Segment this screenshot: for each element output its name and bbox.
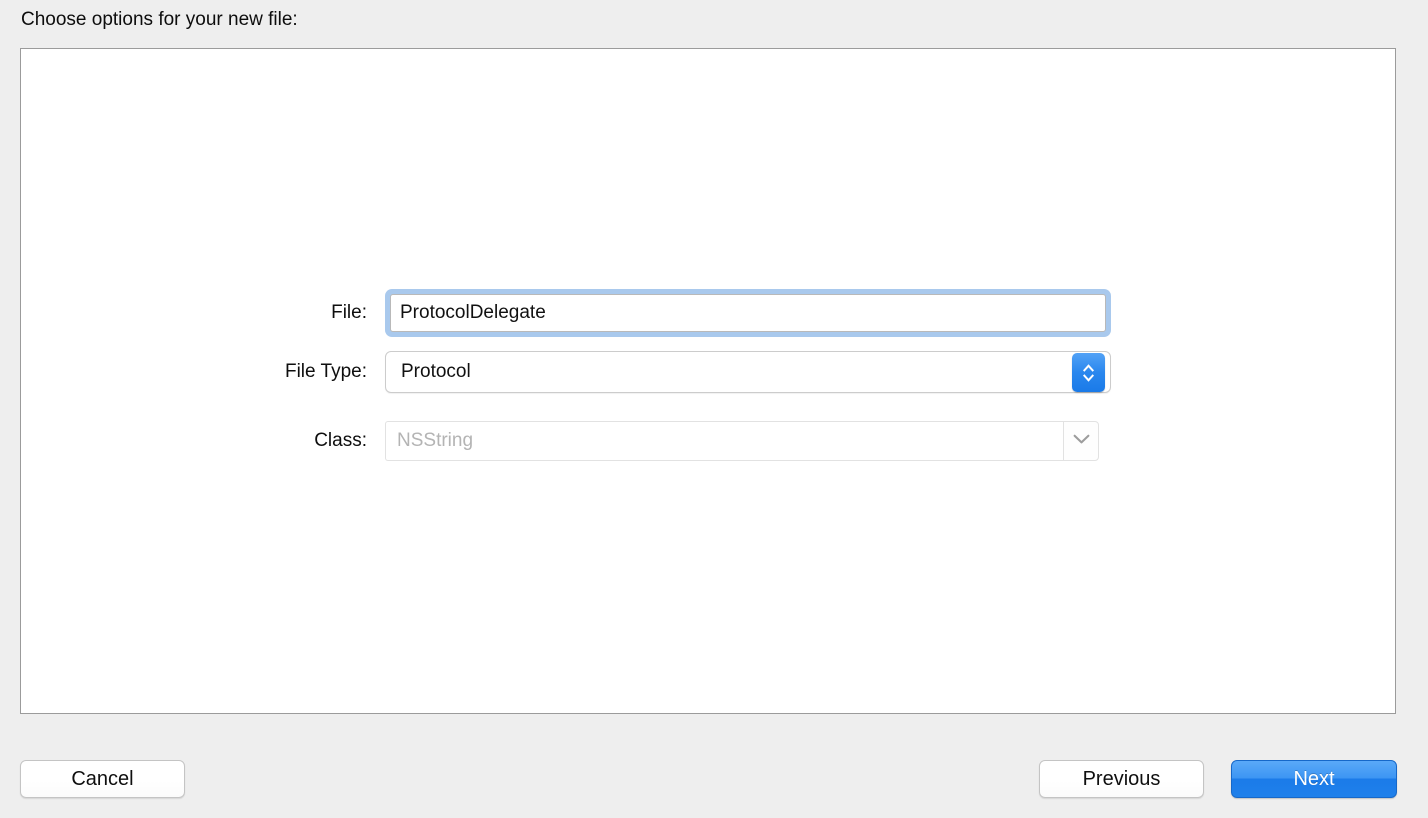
- new-file-options-form: File: File Type: Protocol Class:: [21, 49, 1395, 713]
- form-row-file: File:: [21, 289, 1111, 337]
- chevron-up-down-icon[interactable]: [1072, 353, 1105, 392]
- file-type-popup-field: [385, 351, 1111, 393]
- class-dropdown-button[interactable]: [1063, 421, 1099, 461]
- file-name-input[interactable]: [390, 294, 1106, 332]
- dialog-prompt: Choose options for your new file:: [21, 9, 298, 30]
- file-name-focus-ring: [385, 289, 1111, 337]
- file-type-selected-value: Protocol: [401, 361, 471, 382]
- form-row-file-type: File Type: Protocol: [21, 351, 1111, 393]
- class-combo-box[interactable]: NSString: [385, 421, 1099, 461]
- class-combo-field[interactable]: [385, 421, 1063, 461]
- file-type-label: File Type:: [284, 361, 367, 382]
- form-row-class: Class: NSString: [21, 421, 1099, 461]
- file-name-label: File:: [331, 302, 367, 323]
- class-label: Class:: [314, 430, 367, 451]
- chevron-down-icon: [1073, 432, 1090, 450]
- file-type-popup-button[interactable]: Protocol: [385, 351, 1111, 393]
- next-button[interactable]: Next: [1231, 760, 1397, 798]
- cancel-button[interactable]: Cancel: [20, 760, 185, 798]
- options-panel: File: File Type: Protocol Class:: [20, 48, 1396, 714]
- previous-button[interactable]: Previous: [1039, 760, 1204, 798]
- class-placeholder-text: NSString: [397, 430, 474, 451]
